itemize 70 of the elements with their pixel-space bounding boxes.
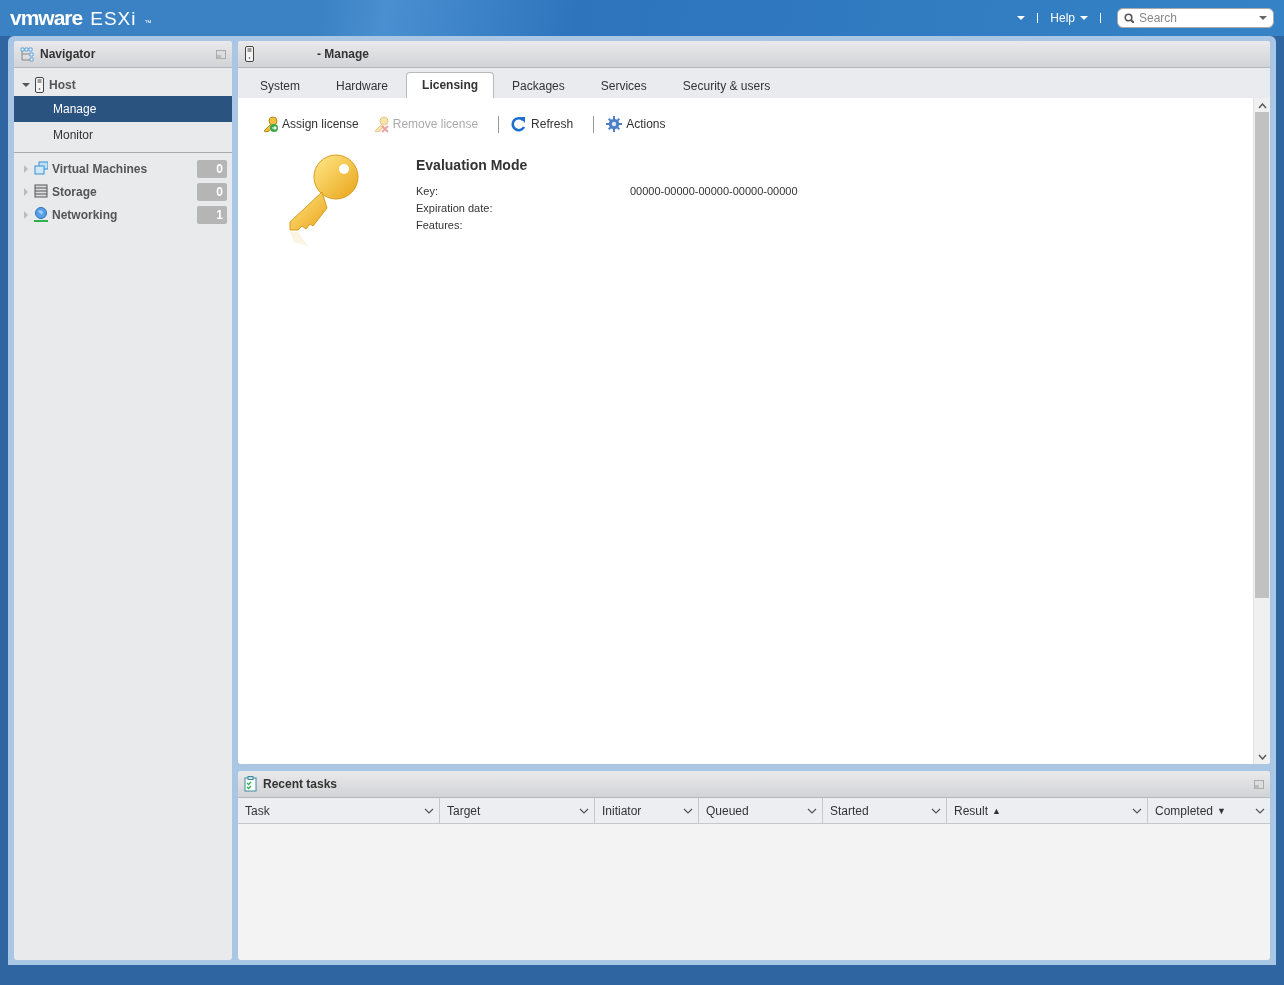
virtual-machines-icon — [34, 161, 48, 176]
navigator-item[interactable]: Manage — [14, 96, 232, 122]
column-header[interactable]: Initiator — [595, 798, 699, 823]
search-field[interactable]: Search — [1117, 8, 1274, 28]
scroll-down-icon[interactable] — [1257, 754, 1267, 760]
dropdown-caret-icon — [1255, 807, 1265, 814]
tab[interactable]: Hardware — [318, 73, 407, 98]
sort-indicator: ▲ — [992, 805, 1001, 816]
panel-title: Recent tasks — [263, 777, 339, 791]
dropdown-caret-icon — [424, 807, 434, 814]
caret-icon — [1259, 16, 1267, 20]
navigator-item[interactable]: Networking — [52, 207, 118, 222]
clipboard-icon — [244, 776, 257, 792]
expand-caret-icon[interactable] — [22, 164, 30, 173]
field-label: Key: — [416, 185, 439, 199]
collapse-caret-icon[interactable] — [22, 80, 30, 89]
panel-title: - Manage — [317, 47, 369, 61]
field-label: Expiration date: — [416, 202, 494, 216]
column-header[interactable]: Result ▲ — [947, 798, 1148, 823]
caret-icon — [1080, 16, 1088, 20]
refresh-icon — [511, 115, 528, 133]
brand-logo: vmware — [10, 6, 83, 30]
column-header[interactable]: Queued — [699, 798, 823, 823]
navigator-item[interactable]: Virtual Machines — [52, 161, 148, 176]
license-title: Evaluation Mode — [416, 157, 529, 173]
dropdown-caret-icon — [931, 807, 941, 814]
navigator-item[interactable]: Host — [49, 77, 76, 92]
user-menu-caret-icon[interactable] — [1017, 16, 1026, 20]
sort-indicator: ▼ — [1217, 805, 1226, 816]
toolbar-button[interactable]: Assign license — [262, 115, 366, 133]
server-icon — [34, 76, 45, 93]
navigator-item[interactable]: Monitor — [14, 122, 232, 148]
column-header[interactable]: Target — [440, 798, 595, 823]
toolbar-button[interactable]: Actions — [606, 115, 673, 133]
count-badge: 0 — [197, 182, 227, 201]
count-badge: 0 — [197, 159, 227, 178]
tab[interactable]: System — [242, 73, 318, 98]
globe-icon — [34, 207, 48, 222]
tree-icon — [20, 46, 34, 62]
toolbar-button[interactable]: Refresh — [511, 115, 581, 133]
search-icon — [1124, 13, 1134, 23]
dropdown-caret-icon — [807, 807, 817, 814]
field-label: Features: — [416, 219, 464, 233]
storage-icon — [34, 184, 48, 199]
scroll-up-icon[interactable] — [1257, 103, 1267, 109]
expand-caret-icon[interactable] — [22, 210, 30, 219]
tab[interactable]: Packages — [494, 73, 583, 98]
gear-icon — [606, 115, 623, 133]
help-menu[interactable]: Help — [1050, 11, 1088, 25]
column-header[interactable]: Started — [823, 798, 947, 823]
count-badge: 1 — [197, 205, 227, 224]
panel-title: Navigator — [40, 47, 97, 61]
minimize-icon[interactable] — [216, 49, 226, 59]
product-name: ESXi — [90, 8, 137, 30]
column-header[interactable]: Completed ▼ — [1148, 798, 1270, 823]
server-icon — [244, 46, 255, 62]
key-add-icon — [262, 115, 278, 133]
minimize-icon[interactable] — [1254, 779, 1264, 789]
dropdown-caret-icon — [683, 807, 693, 814]
navigator-item[interactable]: Storage — [52, 184, 97, 199]
tab[interactable]: Licensing — [406, 72, 495, 98]
scrollbar[interactable] — [1253, 98, 1270, 764]
tab[interactable]: Security & users — [664, 73, 789, 98]
field-value: 00000-00000-00000-00000-00000 — [630, 185, 798, 199]
expand-caret-icon[interactable] — [22, 187, 30, 196]
key-remove-icon — [372, 115, 389, 133]
dropdown-caret-icon — [579, 807, 589, 814]
column-header[interactable]: Task — [238, 798, 440, 823]
dropdown-caret-icon — [1132, 807, 1142, 814]
tab[interactable]: Services — [582, 73, 665, 98]
